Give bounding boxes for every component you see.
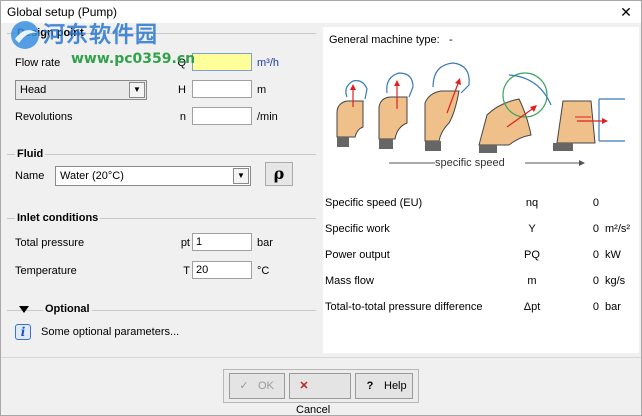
watermark: 河东软件园 www.pc0359.cn <box>9 17 224 73</box>
result-label: Specific speed (EU) <box>325 197 423 209</box>
pressure-input[interactable] <box>192 233 252 251</box>
watermark-logo-icon <box>11 21 39 49</box>
result-symbol: Y <box>528 223 536 235</box>
fluid-name-label: Name <box>15 170 45 182</box>
impeller-radial-icon <box>336 80 368 147</box>
check-icon: ✓ <box>239 380 249 392</box>
result-value: 0 <box>592 249 599 261</box>
inlet-section: Inlet conditions <box>7 212 316 294</box>
watermark-text-cn: 河东软件园 <box>43 23 159 48</box>
close-button[interactable]: ✕ <box>611 1 641 23</box>
result-unit: m²/s² <box>605 223 631 235</box>
impeller-mixed-flow-icon <box>478 72 552 153</box>
result-label: Power output <box>325 249 390 261</box>
temperature-symbol: T <box>183 265 190 277</box>
temperature-unit: °C <box>257 265 270 277</box>
impeller-francis-icon <box>424 62 470 151</box>
result-unit: kg/s <box>605 275 626 287</box>
result-row: Total-to-total pressure difference Δpt 0… <box>323 301 639 319</box>
chevron-down-icon: ▼ <box>233 168 249 184</box>
machine-type-value: - <box>449 34 453 46</box>
inlet-title: Inlet conditions <box>15 212 101 224</box>
machine-type-label: General machine type: <box>329 34 440 46</box>
impeller-types-diagram <box>336 62 625 166</box>
revolutions-label: Revolutions <box>15 111 73 123</box>
result-value: 0 <box>592 223 599 235</box>
head-input[interactable] <box>192 80 252 98</box>
result-label: Specific work <box>325 223 390 235</box>
help-label: Help <box>384 380 407 392</box>
fluid-select[interactable]: Water (20°C) ▼ <box>55 166 251 186</box>
impeller-axial-icon <box>553 98 625 151</box>
temperature-input[interactable] <box>192 261 252 279</box>
result-symbol: Δpt <box>523 301 541 313</box>
help-question-icon: ? <box>366 380 374 392</box>
result-symbol: m <box>527 275 537 287</box>
optional-title[interactable]: Optional <box>43 303 92 315</box>
impeller-radial-wide-icon <box>378 72 414 149</box>
head-symbol: H <box>178 84 186 96</box>
result-symbol: PQ <box>524 249 540 261</box>
machine-info-panel: General machine type: - specific speed S… <box>323 27 639 353</box>
dialog-window: Global setup (Pump) ✕ Design point Flow … <box>0 0 642 416</box>
result-label: Total-to-total pressure difference <box>325 301 483 313</box>
cancel-label: Cancel <box>296 404 331 416</box>
temperature-label: Temperature <box>15 265 77 277</box>
specific-speed-axis-label: specific speed <box>435 157 505 169</box>
result-unit: bar <box>605 301 621 313</box>
revolutions-symbol: n <box>179 111 186 123</box>
help-button[interactable]: ? Help <box>355 373 413 399</box>
chevron-down-icon: ▼ <box>129 82 145 98</box>
watermark-url: www.pc0359.cn <box>71 51 196 67</box>
result-unit: kW <box>605 249 621 261</box>
result-value: 0 <box>592 301 599 313</box>
revolutions-input[interactable] <box>192 107 252 125</box>
pressure-unit: bar <box>257 237 273 249</box>
head-select-value: Head <box>20 84 47 96</box>
head-select[interactable]: Head ▼ <box>15 80 147 100</box>
info-icon: i <box>15 324 31 340</box>
result-value: 0 <box>592 275 599 287</box>
result-label: Mass flow <box>325 275 374 287</box>
head-unit: m <box>257 84 267 96</box>
optional-text: Some optional parameters... <box>41 326 180 338</box>
result-row: Power output PQ 0 kW <box>323 249 639 267</box>
result-row: Mass flow m 0 kg/s <box>323 275 639 293</box>
revolutions-unit: /min <box>257 111 278 123</box>
flow-rate-unit: m³/h <box>257 57 279 69</box>
ok-button[interactable]: ✓ OK <box>229 373 285 399</box>
result-symbol: nq <box>525 197 539 209</box>
footer-divider <box>1 357 641 358</box>
cancel-button[interactable]: ✕ Cancel <box>289 373 351 416</box>
fluid-select-value: Water (20°C) <box>60 170 124 182</box>
pressure-label: Total pressure <box>15 237 85 249</box>
result-value: 0 <box>592 197 599 209</box>
cancel-x-icon: ✕ <box>299 380 309 392</box>
result-row: Specific work Y 0 m²/s² <box>323 223 639 241</box>
input-panel: Design point Flow rate Q m³/h Head ▼ H m… <box>7 27 316 353</box>
fluid-title: Fluid <box>15 148 46 160</box>
result-row: Specific speed (EU) nq 0 <box>323 197 639 215</box>
pressure-symbol: pt <box>180 237 190 249</box>
ok-label: OK <box>258 380 274 392</box>
density-button[interactable]: ρ <box>265 162 293 186</box>
expand-triangle-icon[interactable] <box>19 306 29 313</box>
